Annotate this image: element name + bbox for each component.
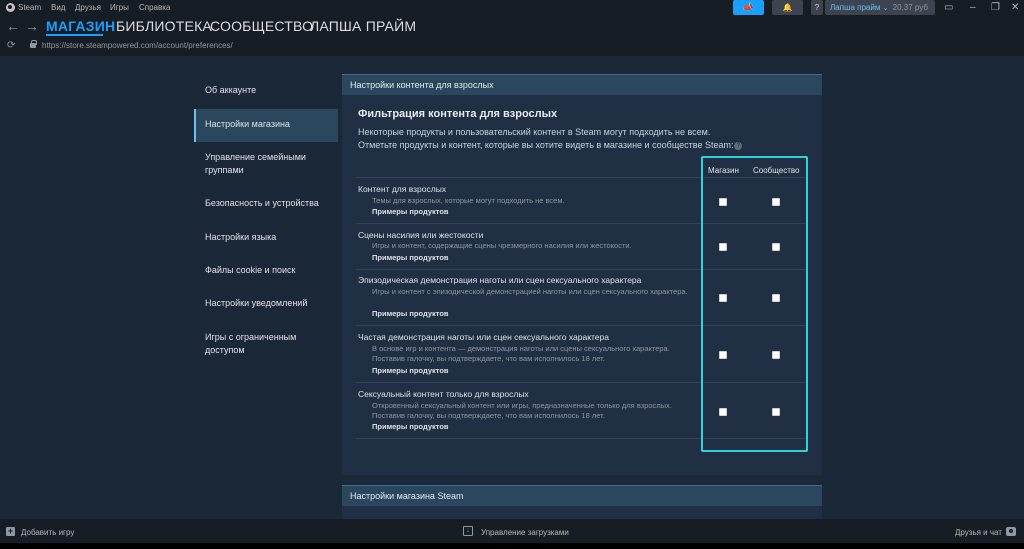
- section-description-line1: Некоторые продукты и пользовательский ко…: [358, 127, 711, 137]
- row-title-violence: Сцены насилия или жестокости: [358, 230, 484, 240]
- panel-header-title: Настройки магазина Steam: [350, 491, 464, 501]
- active-tab-indicator: [46, 34, 103, 36]
- row-description-nudity-frequent: В основе игр и контента — демонстрация н…: [372, 344, 670, 363]
- maximize-icon[interactable]: ❐: [991, 2, 1000, 13]
- sidebar-item-security[interactable]: Безопасность и устройства: [194, 197, 338, 210]
- big-picture-icon[interactable]: ▭: [944, 2, 953, 13]
- forward-arrow-icon[interactable]: →: [25, 18, 39, 34]
- reload-icon[interactable]: ⟳: [7, 40, 15, 51]
- examples-link-violence[interactable]: Примеры продуктов: [372, 253, 449, 262]
- menu-bar: Steam Вид Друзья Игры Справка 📣 🔔 ? Лапш…: [0, 0, 1024, 15]
- download-icon[interactable]: ↓: [463, 526, 473, 536]
- examples-link-mature[interactable]: Примеры продуктов: [372, 207, 449, 216]
- sidebar-item-restricted-games[interactable]: Игры с ограниченным доступом: [194, 331, 338, 357]
- help-circle-icon[interactable]: ?: [734, 142, 743, 150]
- tab-community[interactable]: СООБЩЕСТВО: [210, 18, 313, 34]
- help-button[interactable]: ?: [811, 0, 823, 15]
- manage-downloads-button[interactable]: Управление загрузками: [481, 528, 569, 537]
- minimize-icon[interactable]: –: [970, 2, 976, 13]
- tab-profile[interactable]: ЛАПША ПРАЙМ: [310, 18, 416, 34]
- sidebar-item-notifications[interactable]: Настройки уведомлений: [194, 297, 338, 310]
- row-title-mature: Контент для взрослых: [358, 184, 447, 194]
- menu-steam[interactable]: Steam: [18, 3, 41, 12]
- sidebar-item-store-preferences[interactable]: Настройки магазина: [194, 118, 338, 131]
- section-title: Фильтрация контента для взрослых: [358, 108, 558, 120]
- menu-games[interactable]: Игры: [110, 3, 129, 12]
- checkbox-columns-highlight: [701, 156, 808, 452]
- wallet-balance: 20,37 руб: [892, 3, 928, 12]
- sidebar-item-language[interactable]: Настройки языка: [194, 231, 338, 244]
- section-description-text: Отметьте продукты и контент, которые вы …: [358, 140, 734, 150]
- examples-link-nudity-frequent[interactable]: Примеры продуктов: [372, 366, 449, 375]
- friends-chat-button[interactable]: Друзья и чат: [955, 528, 1002, 537]
- menu-view[interactable]: Вид: [51, 3, 65, 12]
- nav-bar: ← → МАГАЗИН БИБЛИОТЕКА СООБЩЕСТВО ЛАПША …: [0, 15, 1024, 37]
- tab-store[interactable]: МАГАЗИН: [46, 18, 115, 34]
- panel-header: Настройки контента для взрослых: [342, 74, 822, 95]
- sidebar-item-account[interactable]: Об аккаунте: [194, 84, 338, 97]
- row-description-adult-only: Откровенный сексуальный контент или игры…: [372, 401, 672, 420]
- row-title-nudity-occasional: Эпизодическая демонстрация наготы или сц…: [358, 275, 642, 285]
- menu-help[interactable]: Справка: [139, 3, 170, 12]
- section-description-line2: Отметьте продукты и контент, которые вы …: [358, 140, 743, 150]
- megaphone-icon: 📣: [742, 2, 755, 12]
- add-game-button[interactable]: Добавить игру: [21, 528, 74, 537]
- row-description-nudity-occasional: Игры и контент с эпизодической демонстра…: [372, 287, 688, 296]
- panel-header: Настройки магазина Steam: [342, 485, 822, 506]
- url-text[interactable]: https://store.steampowered.com/account/p…: [42, 41, 233, 50]
- back-arrow-icon[interactable]: ←: [6, 18, 20, 34]
- lock-icon: [30, 40, 37, 48]
- plus-icon[interactable]: +: [6, 527, 15, 536]
- panel-header-title: Настройки контента для взрослых: [350, 80, 494, 90]
- chat-icon[interactable]: ☻: [1006, 527, 1016, 536]
- sidebar-item-family[interactable]: Управление семейными группами: [194, 151, 338, 177]
- window-edge: [0, 543, 1024, 549]
- steam-logo-icon[interactable]: [6, 3, 15, 12]
- bottom-bar: + Добавить игру ↓ Управление загрузками …: [0, 519, 1024, 543]
- notifications-button[interactable]: 🔔: [772, 0, 803, 15]
- mature-content-panel: Настройки контента для взрослых Фильтрац…: [342, 74, 822, 475]
- row-title-adult-only: Сексуальный контент только для взрослых: [358, 389, 529, 399]
- chevron-down-icon: ⌄: [882, 5, 889, 12]
- row-description-mature: Темы для взрослых, которые могут подходи…: [372, 196, 565, 205]
- sidebar-item-cookies[interactable]: Файлы cookie и поиск: [194, 264, 338, 277]
- close-icon[interactable]: ✕: [1011, 2, 1019, 13]
- announcements-button[interactable]: 📣: [733, 0, 764, 15]
- store-preferences-panel: Настройки магазина Steam: [342, 485, 822, 519]
- url-bar: ⟳ https://store.steampowered.com/account…: [0, 37, 1024, 56]
- bell-icon: 🔔: [782, 3, 793, 12]
- examples-link-adult-only[interactable]: Примеры продуктов: [372, 422, 449, 431]
- menu-friends[interactable]: Друзья: [75, 3, 101, 12]
- tab-library[interactable]: БИБЛИОТЕКА: [116, 18, 212, 34]
- row-description-violence: Игры и контент, содержащие сцены чрезмер…: [372, 241, 632, 250]
- row-title-nudity-frequent: Частая демонстрация наготы или сцен секс…: [358, 332, 609, 342]
- account-menu[interactable]: Лапша прайм ⌄ 20,37 руб: [825, 0, 935, 15]
- account-name: Лапша прайм: [830, 3, 881, 12]
- examples-link-nudity-occasional[interactable]: Примеры продуктов: [372, 309, 449, 318]
